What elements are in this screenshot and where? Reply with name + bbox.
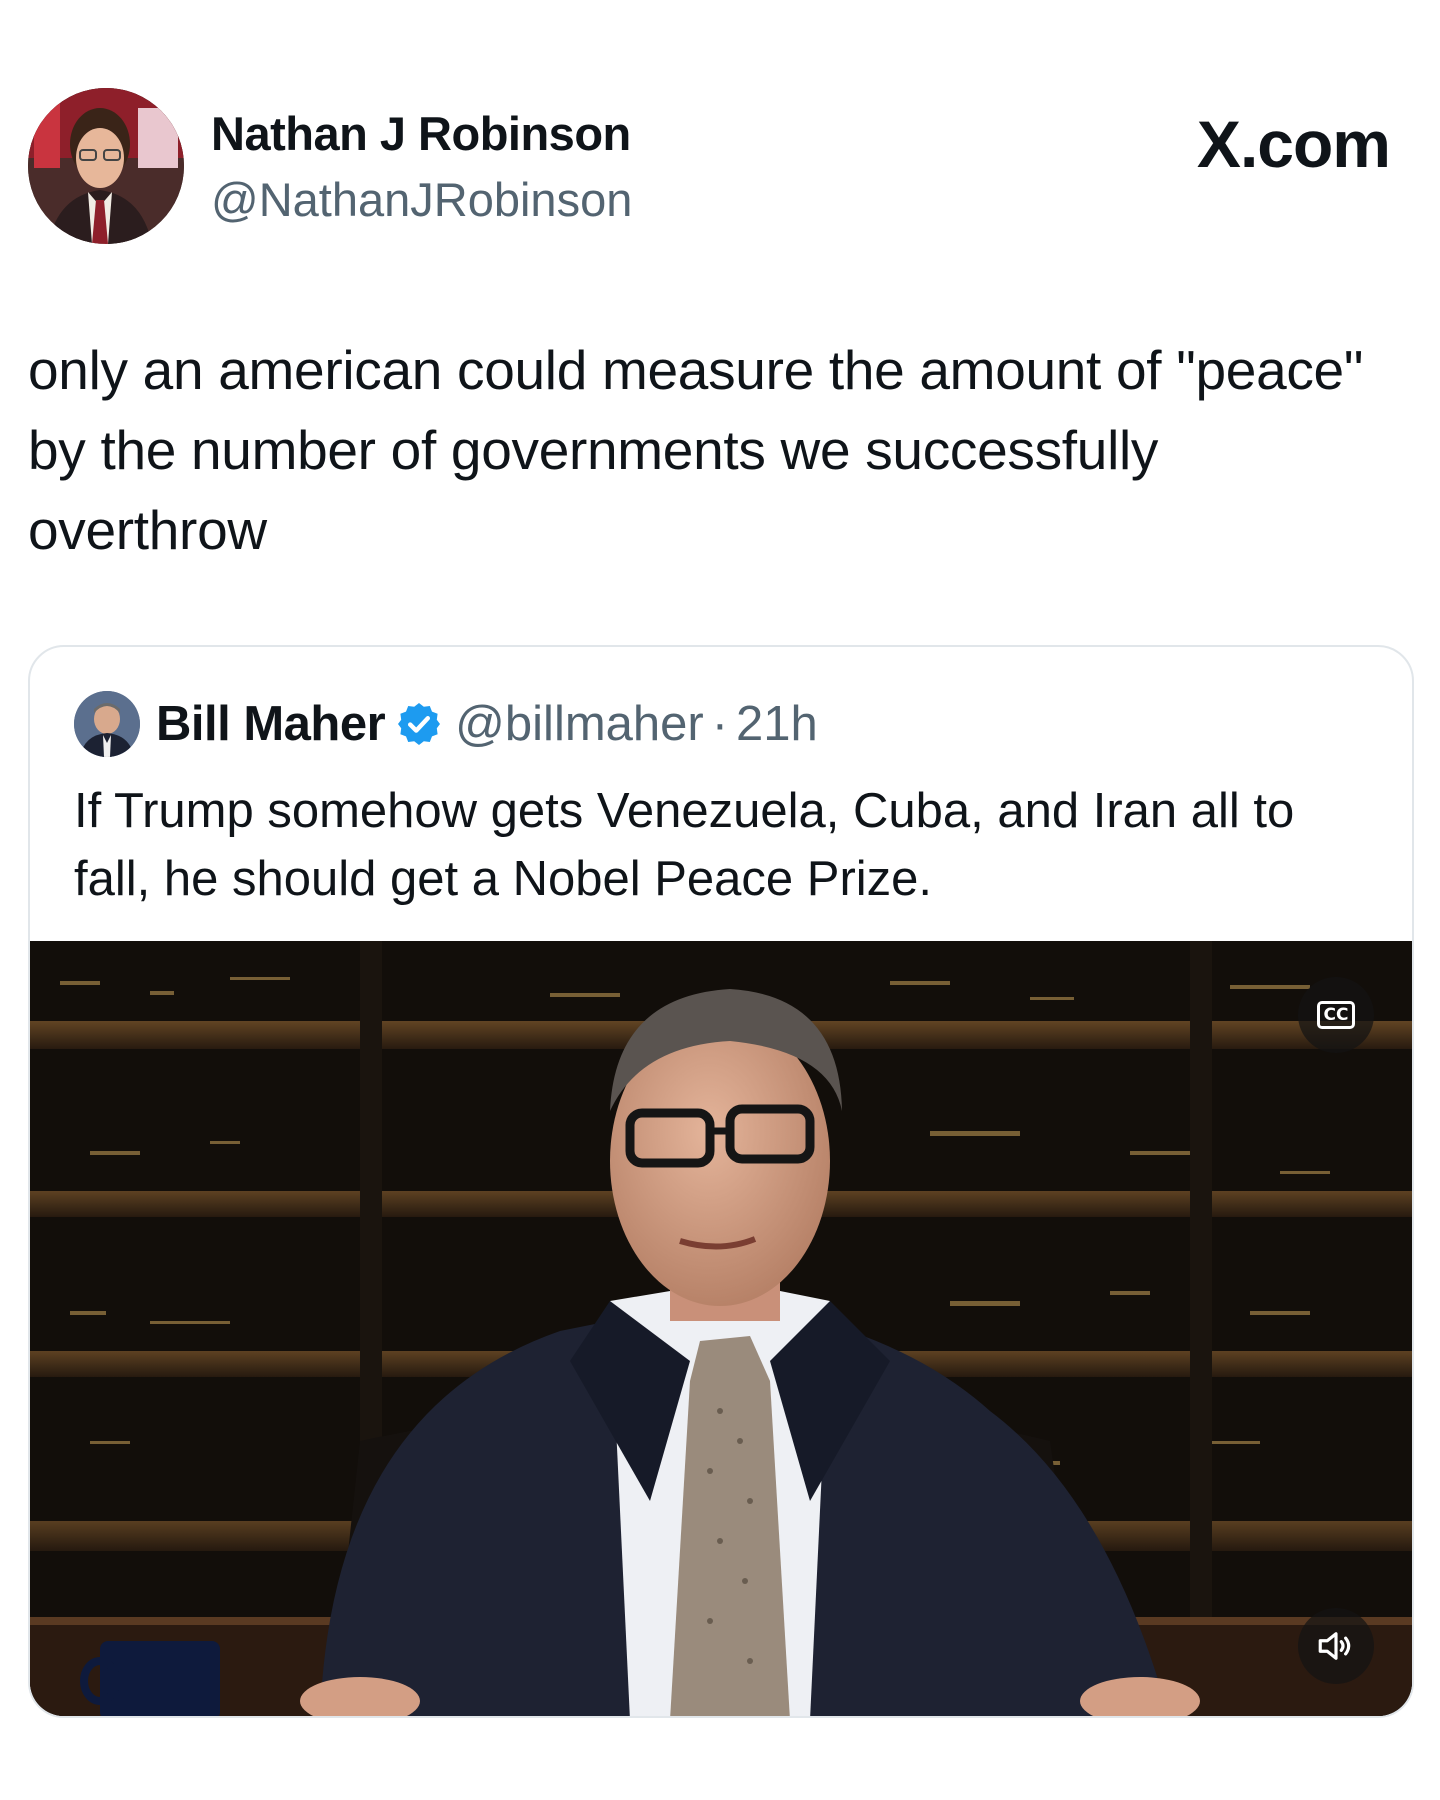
mute-button[interactable]	[1298, 1608, 1374, 1684]
speaker-icon	[1318, 1632, 1351, 1660]
quoted-post-card[interactable]: Bill Maher @billmaher · 21h If Trump som…	[28, 645, 1414, 1718]
author-handle[interactable]: @NathanJRobinson	[211, 172, 632, 228]
quoted-author-name[interactable]: Bill Maher	[156, 696, 386, 752]
quoted-timestamp[interactable]: 21h	[736, 696, 818, 752]
quoted-avatar-image	[74, 691, 140, 757]
quoted-author-handle[interactable]: @billmaher	[455, 696, 704, 752]
author-name[interactable]: Nathan J Robinson	[211, 106, 631, 162]
video-frame-image	[30, 941, 1412, 1716]
quoted-post-text: If Trump somehow gets Venezuela, Cuba, a…	[74, 784, 1295, 906]
captions-icon: CC	[1316, 1001, 1356, 1029]
post-text: only an american could measure the amoun…	[28, 339, 1364, 561]
header-separator: ·	[711, 697, 729, 751]
video-player[interactable]: CC	[30, 941, 1412, 1716]
author-avatar[interactable]	[28, 88, 184, 244]
captions-button[interactable]: CC	[1298, 977, 1374, 1053]
brand-label: X.com	[1196, 107, 1391, 181]
verified-badge-icon	[398, 703, 441, 745]
author-avatar-image	[28, 88, 184, 244]
quoted-avatar[interactable]	[74, 691, 140, 757]
quoted-post-header: Bill Maher @billmaher · 21h	[74, 691, 818, 757]
